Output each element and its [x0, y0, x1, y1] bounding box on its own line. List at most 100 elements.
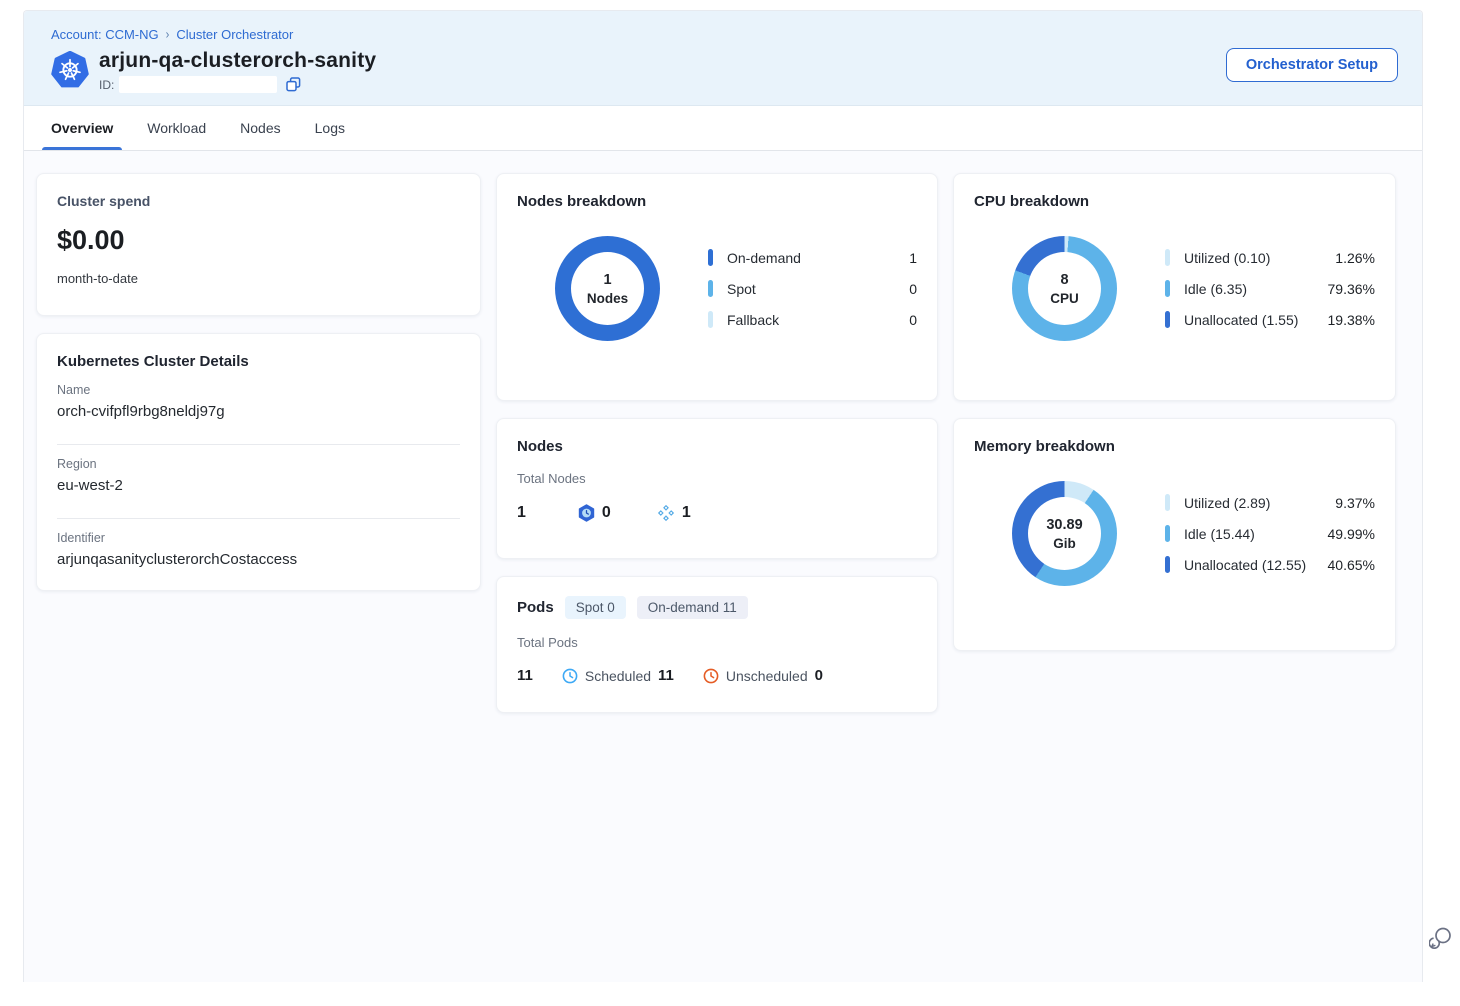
donut-center-label: CPU [1050, 291, 1079, 306]
on-demand-nodes-count: 1 [682, 504, 691, 522]
tab-logs[interactable]: Logs [315, 106, 345, 150]
tab-workload[interactable]: Workload [147, 106, 206, 150]
detail-field-name: Name orch-cvifpfl9rbg8neldj97g [57, 383, 460, 431]
legend-label: Spot [727, 281, 756, 297]
detail-field-region: Region eu-west-2 [57, 444, 460, 505]
detail-value: arjunqasanityclusterorchCostaccess [57, 551, 460, 570]
unscheduled-label: Unscheduled [726, 668, 808, 684]
nodes-breakdown-title: Nodes breakdown [517, 193, 917, 210]
main-panel: Account: CCM-NG › Cluster Orchestrator [23, 10, 1423, 982]
spot-pods-badge: Spot 0 [565, 596, 626, 619]
overview-content: Cluster spend $0.00 month-to-date Kubern… [24, 151, 1422, 713]
legend-row-utilized: Utilized (2.89) 9.37% [1165, 494, 1375, 511]
on-demand-instance-icon [657, 504, 675, 522]
unscheduled-pods-stat: Unscheduled 0 [703, 667, 823, 684]
pods-card: Pods Spot 0 On-demand 11 Total Pods 11 S… [496, 576, 938, 713]
orchestrator-setup-button[interactable]: Orchestrator Setup [1226, 48, 1398, 82]
cpu-breakdown-title: CPU breakdown [974, 193, 1375, 210]
cpu-breakdown-legend: Utilized (0.10) 1.26% Idle (6.35) 79.36%… [1165, 249, 1375, 328]
legend-marker [1165, 249, 1170, 266]
legend-marker [1165, 280, 1170, 297]
detail-value: orch-cvifpfl9rbg8neldj97g [57, 403, 460, 431]
detail-field-identifier: Identifier arjunqasanityclusterorchCosta… [57, 518, 460, 570]
legend-marker [1165, 556, 1170, 573]
legend-label: Idle (15.44) [1184, 526, 1255, 542]
legend-marker [1165, 525, 1170, 542]
legend-value: 40.65% [1328, 557, 1375, 573]
legend-value: 9.37% [1335, 495, 1375, 511]
memory-breakdown-title: Memory breakdown [974, 438, 1375, 455]
nodes-breakdown-legend: On-demand 1 Spot 0 Fallback 0 [708, 249, 917, 328]
cluster-details-card: Kubernetes Cluster Details Name orch-cvi… [36, 333, 481, 591]
unscheduled-clock-icon [703, 668, 719, 684]
spot-nodes-stat: 0 [578, 504, 611, 522]
memory-donut-chart: 30.89 Gib [1012, 481, 1117, 586]
detail-label: Region [57, 457, 460, 471]
detail-value: eu-west-2 [57, 477, 460, 505]
legend-value: 0 [909, 281, 917, 297]
legend-row-on-demand: On-demand 1 [708, 249, 917, 266]
legend-label: Idle (6.35) [1184, 281, 1247, 297]
cpu-donut-chart: 8 CPU [1012, 236, 1117, 341]
scheduled-pods-stat: Scheduled 11 [562, 667, 674, 684]
legend-marker [1165, 311, 1170, 328]
detail-label: Identifier [57, 531, 460, 545]
breadcrumb-separator-icon: › [166, 27, 170, 41]
legend-marker [708, 311, 713, 328]
legend-value: 0 [909, 312, 917, 328]
legend-value: 79.36% [1328, 281, 1375, 297]
copy-icon[interactable] [286, 77, 301, 92]
cluster-id-label: ID: [99, 78, 114, 92]
cpu-breakdown-card: CPU breakdown 8 CPU Utilized (0.10) [953, 173, 1396, 401]
tab-overview[interactable]: Overview [51, 106, 113, 150]
legend-row-unallocated: Unallocated (1.55) 19.38% [1165, 311, 1375, 328]
title-row: arjun-qa-clusterorch-sanity ID: [51, 49, 1396, 93]
tab-nodes[interactable]: Nodes [240, 106, 280, 150]
breadcrumb: Account: CCM-NG › Cluster Orchestrator [51, 27, 1396, 42]
donut-center-value: 1 [603, 272, 611, 288]
legend-row-fallback: Fallback 0 [708, 311, 917, 328]
legend-value: 1.26% [1335, 250, 1375, 266]
total-nodes-value: 1 [517, 504, 526, 522]
legend-row-spot: Spot 0 [708, 280, 917, 297]
donut-center-value: 8 [1060, 272, 1068, 288]
unscheduled-value: 0 [815, 667, 823, 684]
cluster-id-value [119, 76, 277, 93]
chat-widget-button[interactable] [1429, 925, 1453, 955]
scheduled-label: Scheduled [585, 668, 651, 684]
page-header: Account: CCM-NG › Cluster Orchestrator [24, 11, 1422, 106]
legend-label: Unallocated (12.55) [1184, 557, 1306, 573]
donut-center-value: 30.89 [1046, 517, 1082, 533]
legend-label: Utilized (0.10) [1184, 250, 1270, 266]
detail-label: Name [57, 383, 460, 397]
page-title: arjun-qa-clusterorch-sanity [99, 49, 376, 73]
total-pods-label: Total Pods [517, 635, 917, 650]
legend-row-utilized: Utilized (0.10) 1.26% [1165, 249, 1375, 266]
nodes-card-title: Nodes [517, 438, 917, 455]
breadcrumb-account-link[interactable]: Account: CCM-NG [51, 27, 159, 42]
on-demand-nodes-stat: 1 [657, 504, 691, 522]
total-pods-value: 11 [517, 667, 533, 684]
legend-label: On-demand [727, 250, 801, 266]
total-nodes-label: Total Nodes [517, 471, 917, 486]
scheduled-value: 11 [658, 667, 674, 684]
nodes-donut-chart: 1 Nodes [555, 236, 660, 341]
cluster-details-title: Kubernetes Cluster Details [57, 353, 460, 370]
memory-breakdown-legend: Utilized (2.89) 9.37% Idle (15.44) 49.99… [1165, 494, 1375, 573]
kubernetes-icon [51, 51, 89, 89]
legend-value: 49.99% [1328, 526, 1375, 542]
legend-value: 19.38% [1328, 312, 1375, 328]
nodes-card: Nodes Total Nodes 1 0 [496, 418, 938, 559]
cluster-spend-period: month-to-date [57, 271, 460, 290]
on-demand-pods-badge: On-demand 11 [637, 596, 748, 619]
legend-marker [708, 280, 713, 297]
donut-center-label: Nodes [587, 291, 628, 306]
legend-label: Utilized (2.89) [1184, 495, 1270, 511]
legend-row-idle: Idle (6.35) 79.36% [1165, 280, 1375, 297]
scheduled-clock-icon [562, 668, 578, 684]
spot-instance-icon [578, 504, 595, 522]
legend-marker [1165, 494, 1170, 511]
cluster-spend-amount: $0.00 [57, 225, 460, 256]
legend-label: Unallocated (1.55) [1184, 312, 1298, 328]
breadcrumb-page-link[interactable]: Cluster Orchestrator [176, 27, 293, 42]
